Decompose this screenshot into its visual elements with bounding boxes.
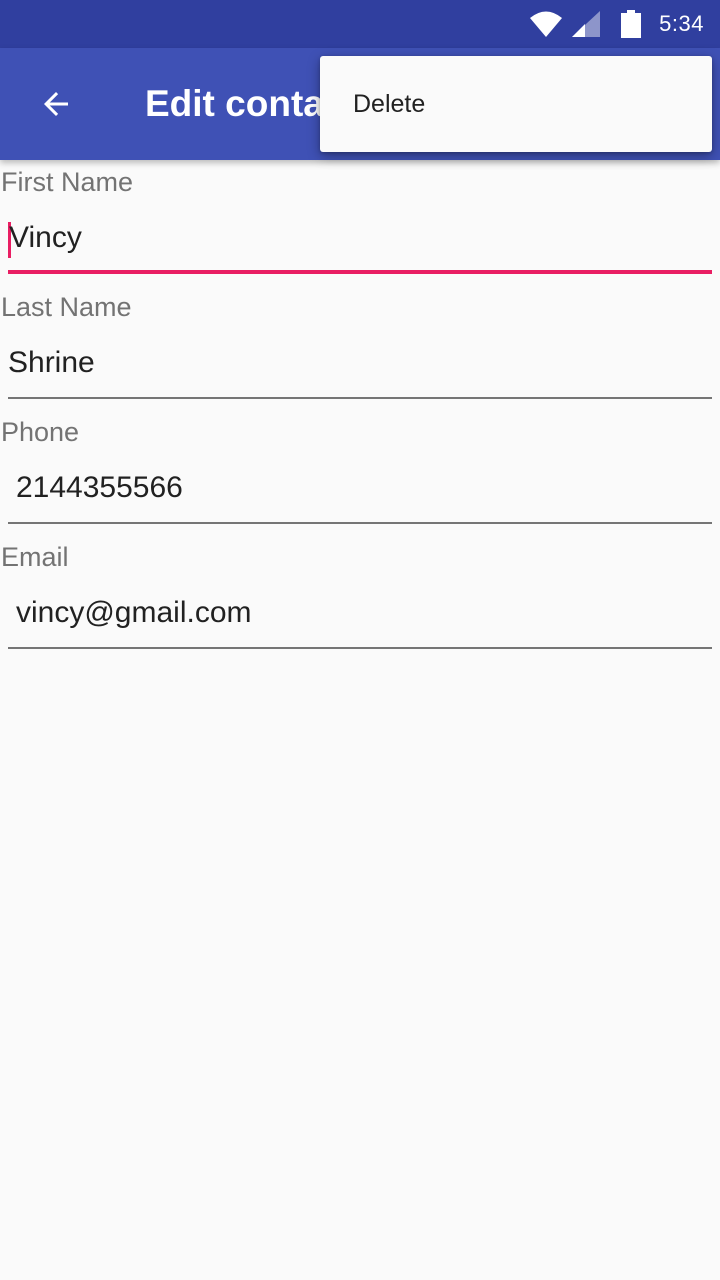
phone-label: Phone [1, 417, 80, 447]
cell-signal-icon [572, 11, 601, 37]
battery-icon [621, 10, 642, 38]
email-value: vincy@gmail.com [16, 596, 252, 629]
phone-value: 2144355566 [16, 471, 183, 504]
last-name-label: Last Name [1, 292, 132, 322]
arrow-back-icon [44, 92, 68, 116]
first-name-input[interactable]: Vincy [8, 214, 712, 274]
email-label: Email [1, 542, 69, 572]
status-time: 5:34 [659, 11, 704, 36]
last-name-input[interactable]: Shrine [8, 339, 712, 399]
back-button[interactable] [24, 80, 88, 128]
first-name-value: Vincy [9, 221, 82, 254]
email-input[interactable]: vincy@gmail.com [8, 589, 712, 649]
delete-menu-item[interactable]: Delete [320, 56, 712, 152]
last-name-value: Shrine [8, 346, 95, 379]
overflow-menu: Delete [320, 56, 712, 152]
status-icons: 5:34 [529, 0, 720, 48]
status-bar: 5:34 [0, 0, 720, 48]
first-name-label: First Name [1, 167, 134, 197]
wifi-icon [530, 11, 563, 37]
phone-input[interactable]: 2144355566 [8, 464, 712, 524]
